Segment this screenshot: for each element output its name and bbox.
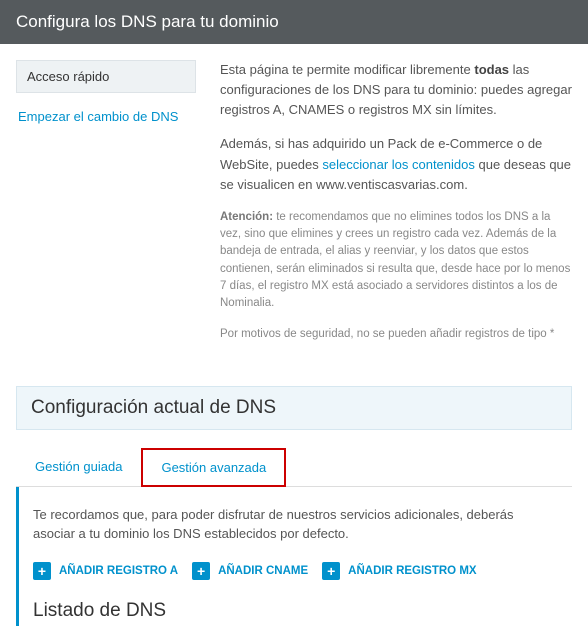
tab-advanced-management[interactable]: Gestión avanzada xyxy=(141,448,286,487)
panel-reminder-text: Te recordamos que, para poder disfrutar … xyxy=(33,505,558,544)
add-cname-button[interactable]: + AÑADIR CNAME xyxy=(192,562,308,580)
add-cname-label: AÑADIR CNAME xyxy=(218,565,308,577)
plus-icon: + xyxy=(33,562,51,580)
section-title-current-dns: Configuración actual de DNS xyxy=(16,386,572,430)
add-mx-record-button[interactable]: + AÑADIR REGISTRO MX xyxy=(322,562,476,580)
sidebar-heading: Acceso rápido xyxy=(16,60,196,93)
intro-paragraph-1: Esta página te permite modificar libreme… xyxy=(220,60,572,120)
attention-body: te recomendamos que no elimines todos lo… xyxy=(220,211,570,309)
security-note: Por motivos de seguridad, no se pueden a… xyxy=(220,326,572,343)
add-mx-record-label: AÑADIR REGISTRO MX xyxy=(348,565,476,577)
content-wrap: Acceso rápido Empezar el cambio de DNS E… xyxy=(0,44,588,642)
attention-label: Atención: xyxy=(220,211,273,223)
intro-p1-bold: todas xyxy=(474,62,509,77)
page-title: Configura los DNS para tu dominio xyxy=(16,12,279,31)
section-title-text: Configuración actual de DNS xyxy=(31,397,276,418)
sidebar-link-start-dns-change[interactable]: Empezar el cambio de DNS xyxy=(16,93,196,132)
sidebar: Acceso rápido Empezar el cambio de DNS xyxy=(16,60,196,358)
tab-panel-advanced: Te recordamos que, para poder disfrutar … xyxy=(16,487,572,626)
top-section: Acceso rápido Empezar el cambio de DNS E… xyxy=(16,60,572,358)
tabs-row: Gestión guiada Gestión avanzada xyxy=(16,448,572,487)
intro-paragraph-2: Además, si has adquirido un Pack de e-Co… xyxy=(220,134,572,194)
add-buttons-row: + AÑADIR REGISTRO A + AÑADIR CNAME + AÑA… xyxy=(33,562,558,580)
dns-listing-title: Listado de DNS xyxy=(33,600,558,622)
tab-guided-management[interactable]: Gestión guiada xyxy=(16,448,141,486)
add-a-record-label: AÑADIR REGISTRO A xyxy=(59,565,178,577)
plus-icon: + xyxy=(322,562,340,580)
attention-note: Atención: te recomendamos que no elimine… xyxy=(220,209,572,313)
add-a-record-button[interactable]: + AÑADIR REGISTRO A xyxy=(33,562,178,580)
intro-p1-before: Esta página te permite modificar libreme… xyxy=(220,62,474,77)
intro-text: Esta página te permite modificar libreme… xyxy=(220,60,572,358)
plus-icon: + xyxy=(192,562,210,580)
page-header: Configura los DNS para tu dominio xyxy=(0,0,588,44)
select-contents-link[interactable]: seleccionar los contenidos xyxy=(322,157,474,172)
